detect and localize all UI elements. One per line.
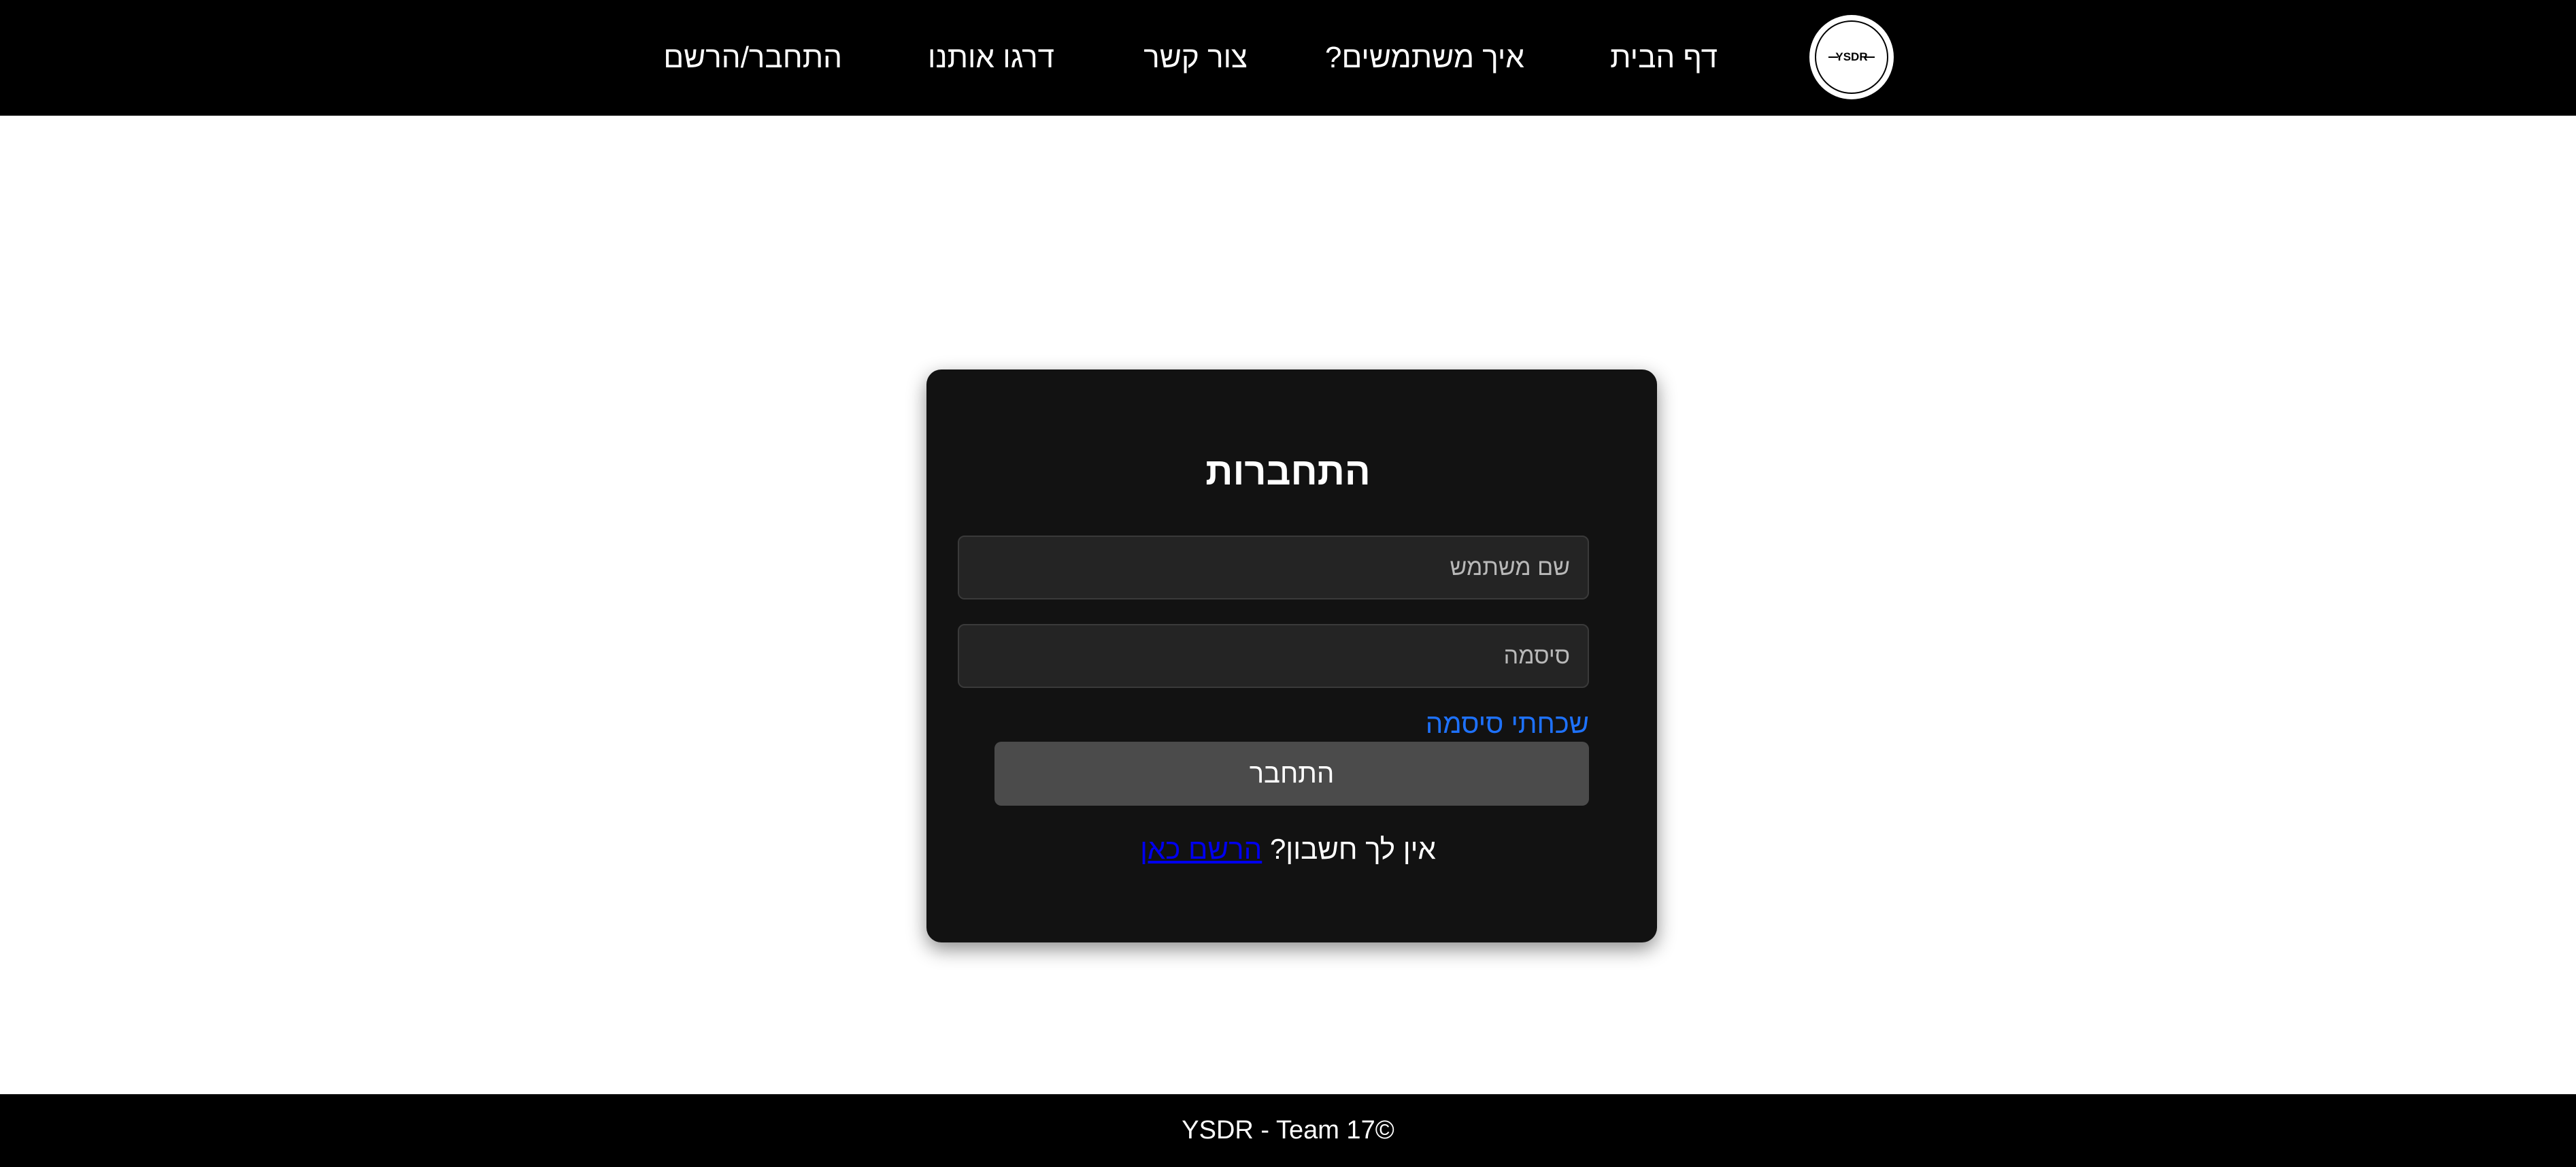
no-account-text: אין לך חשבון? (1269, 833, 1436, 865)
nav-contact[interactable]: צור קשר (1143, 41, 1248, 75)
nav-rate-us[interactable]: דרגו אותנו (928, 41, 1054, 75)
site-logo[interactable]: YSDR (1809, 15, 1894, 99)
logo-text: YSDR (1835, 50, 1868, 63)
nav-login-register[interactable]: התחבר/הרשם (663, 41, 842, 75)
register-link[interactable]: הרשם כאן (1140, 833, 1262, 865)
footer-copyright: YSDR - Team 17© (1182, 1116, 1394, 1145)
password-input[interactable] (958, 624, 1589, 688)
login-title: התחברות (1205, 450, 1371, 493)
username-input[interactable] (958, 536, 1589, 599)
top-navbar: YSDR דף הבית איך משתמשים? צור קשר דרגו א… (0, 0, 2576, 116)
signup-prompt: אין לך חשבון? הרשם כאן (0, 833, 2576, 866)
nav-how-to-use[interactable]: איך משתמשים? (1325, 41, 1524, 75)
forgot-password-link[interactable]: שכחתי סיסמה (1292, 709, 1589, 740)
login-button[interactable]: התחבר (994, 742, 1589, 806)
nav-home[interactable]: דף הבית (1610, 41, 1718, 75)
footer: YSDR - Team 17© (0, 1094, 2576, 1167)
